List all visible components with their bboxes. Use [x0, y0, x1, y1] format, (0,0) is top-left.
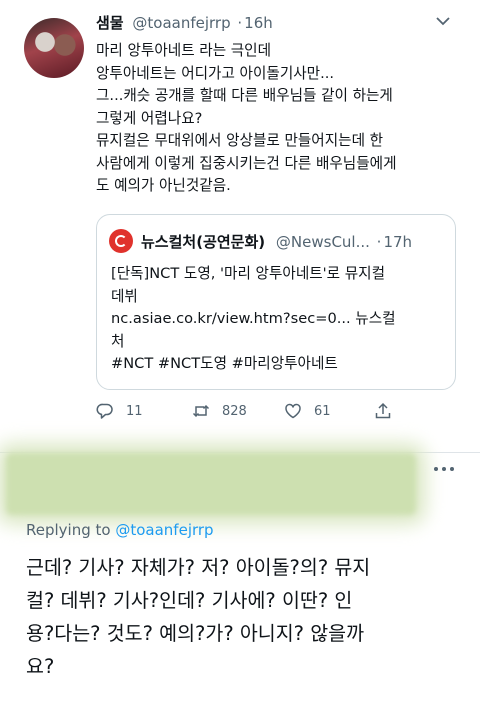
share-button[interactable]: [374, 398, 392, 424]
quoted-tweet-time: 17h: [383, 233, 413, 251]
meta-separator: ·: [376, 233, 382, 251]
retweet-icon: [192, 404, 210, 418]
heart-icon: [285, 403, 301, 419]
quoted-tweet-text: [단독]NCT 도영, '마리 앙투아네트'로 뮤지컬 데뷔 nc.asiae.…: [111, 263, 441, 376]
quoted-text-line: 데뷔: [111, 287, 138, 305]
tweet-text-line: 그...캐슷 공개를 할때 다른 배우님들 같이 하는게: [96, 87, 393, 104]
original-tweet[interactable]: 샘물 @toaanfejrrp · 16h 마리 앙투아네트 라는 극인데 앙투아…: [0, 0, 480, 452]
reply-tweet[interactable]: Replying to @toaanfejrrp 근데? 기사? 자체가? 저?…: [0, 453, 480, 723]
retweet-button[interactable]: 828: [192, 398, 247, 424]
author-avatar[interactable]: [24, 18, 84, 78]
quoted-text-line: 처: [111, 332, 125, 350]
reply-text: 근데? 기사? 자체가? 저? 아이돌?의? 뮤지 컬? 데뷔? 기사?인데? …: [26, 551, 466, 683]
quoted-tweet[interactable]: 뉴스컬처(공연문화) @NewsCul... · 17h [단독]NCT 도영, …: [96, 214, 456, 390]
reply-text-line: 용?다는? 것도? 예의?가? 아니지? 않을까: [26, 622, 365, 645]
quoted-text-line: [단독]NCT 도영, '마리 앙투아네트'로 뮤지컬: [111, 265, 386, 282]
quoted-author-handle: @NewsCul...: [275, 233, 370, 251]
replying-to-label: Replying to: [26, 521, 111, 539]
tweet-time[interactable]: 16h: [244, 14, 273, 32]
reply-text-line: 컬? 데뷔? 기사?인데? 기사에? 이딴? 인: [26, 589, 353, 612]
quoted-author-name: 뉴스컬처(공연문화): [141, 233, 266, 251]
quoted-text-line: nc.asiae.co.kr/view.htm?sec=0... 뉴스컬: [111, 310, 396, 327]
tweet-actions: 11 828 61: [96, 398, 456, 424]
quoted-text-line: #NCT #NCT도영 #마리앙투아네트: [111, 355, 338, 372]
news-logo-icon: [109, 229, 133, 253]
replying-to: Replying to @toaanfejrrp: [26, 521, 214, 539]
tweet-text-line: 도 예의가 아닌것같음.: [96, 177, 231, 194]
redacted-author-area: [6, 453, 416, 515]
like-button[interactable]: 61: [284, 398, 331, 424]
tweet-text-line: 뮤지컬은 무대위에서 앙상블로 만들어지는데 한: [96, 132, 384, 149]
meta-separator: ·: [237, 14, 243, 32]
tweet-header: 샘물 @toaanfejrrp · 16h: [96, 12, 273, 33]
reply-icon: [96, 403, 113, 419]
quoted-tweet-header: 뉴스컬처(공연문화) @NewsCul... · 17h: [141, 231, 412, 252]
reply-button[interactable]: 11: [96, 398, 143, 424]
author-name[interactable]: 샘물: [96, 14, 124, 32]
author-handle[interactable]: @toaanfejrrp: [132, 14, 230, 32]
reply-text-line: 요?: [26, 655, 55, 678]
tweet-text-line: 그렇게 어렵나요?: [96, 109, 203, 127]
tweet-text-line: 마리 앙투아네트 라는 극인데: [96, 42, 272, 59]
chevron-down-icon[interactable]: [434, 14, 452, 28]
tweet-text-line: 앙투아네트는 어디가고 아이돌기사만...: [96, 64, 335, 82]
retweet-count: 828: [222, 403, 247, 419]
tweet-text-line: 사람에게 이렇게 집중시키는건 다른 배우님들에게: [96, 154, 397, 172]
more-options-icon[interactable]: [432, 465, 456, 473]
replying-to-handle[interactable]: @toaanfejrrp: [115, 521, 213, 539]
like-count: 61: [314, 403, 331, 419]
reply-text-line: 근데? 기사? 자체가? 저? 아이돌?의? 뮤지: [26, 556, 371, 579]
reply-count: 11: [126, 403, 143, 419]
share-icon: [375, 402, 391, 419]
tweet-text: 마리 앙투아네트 라는 극인데 앙투아네트는 어디가고 아이돌기사만... 그.…: [96, 40, 468, 198]
